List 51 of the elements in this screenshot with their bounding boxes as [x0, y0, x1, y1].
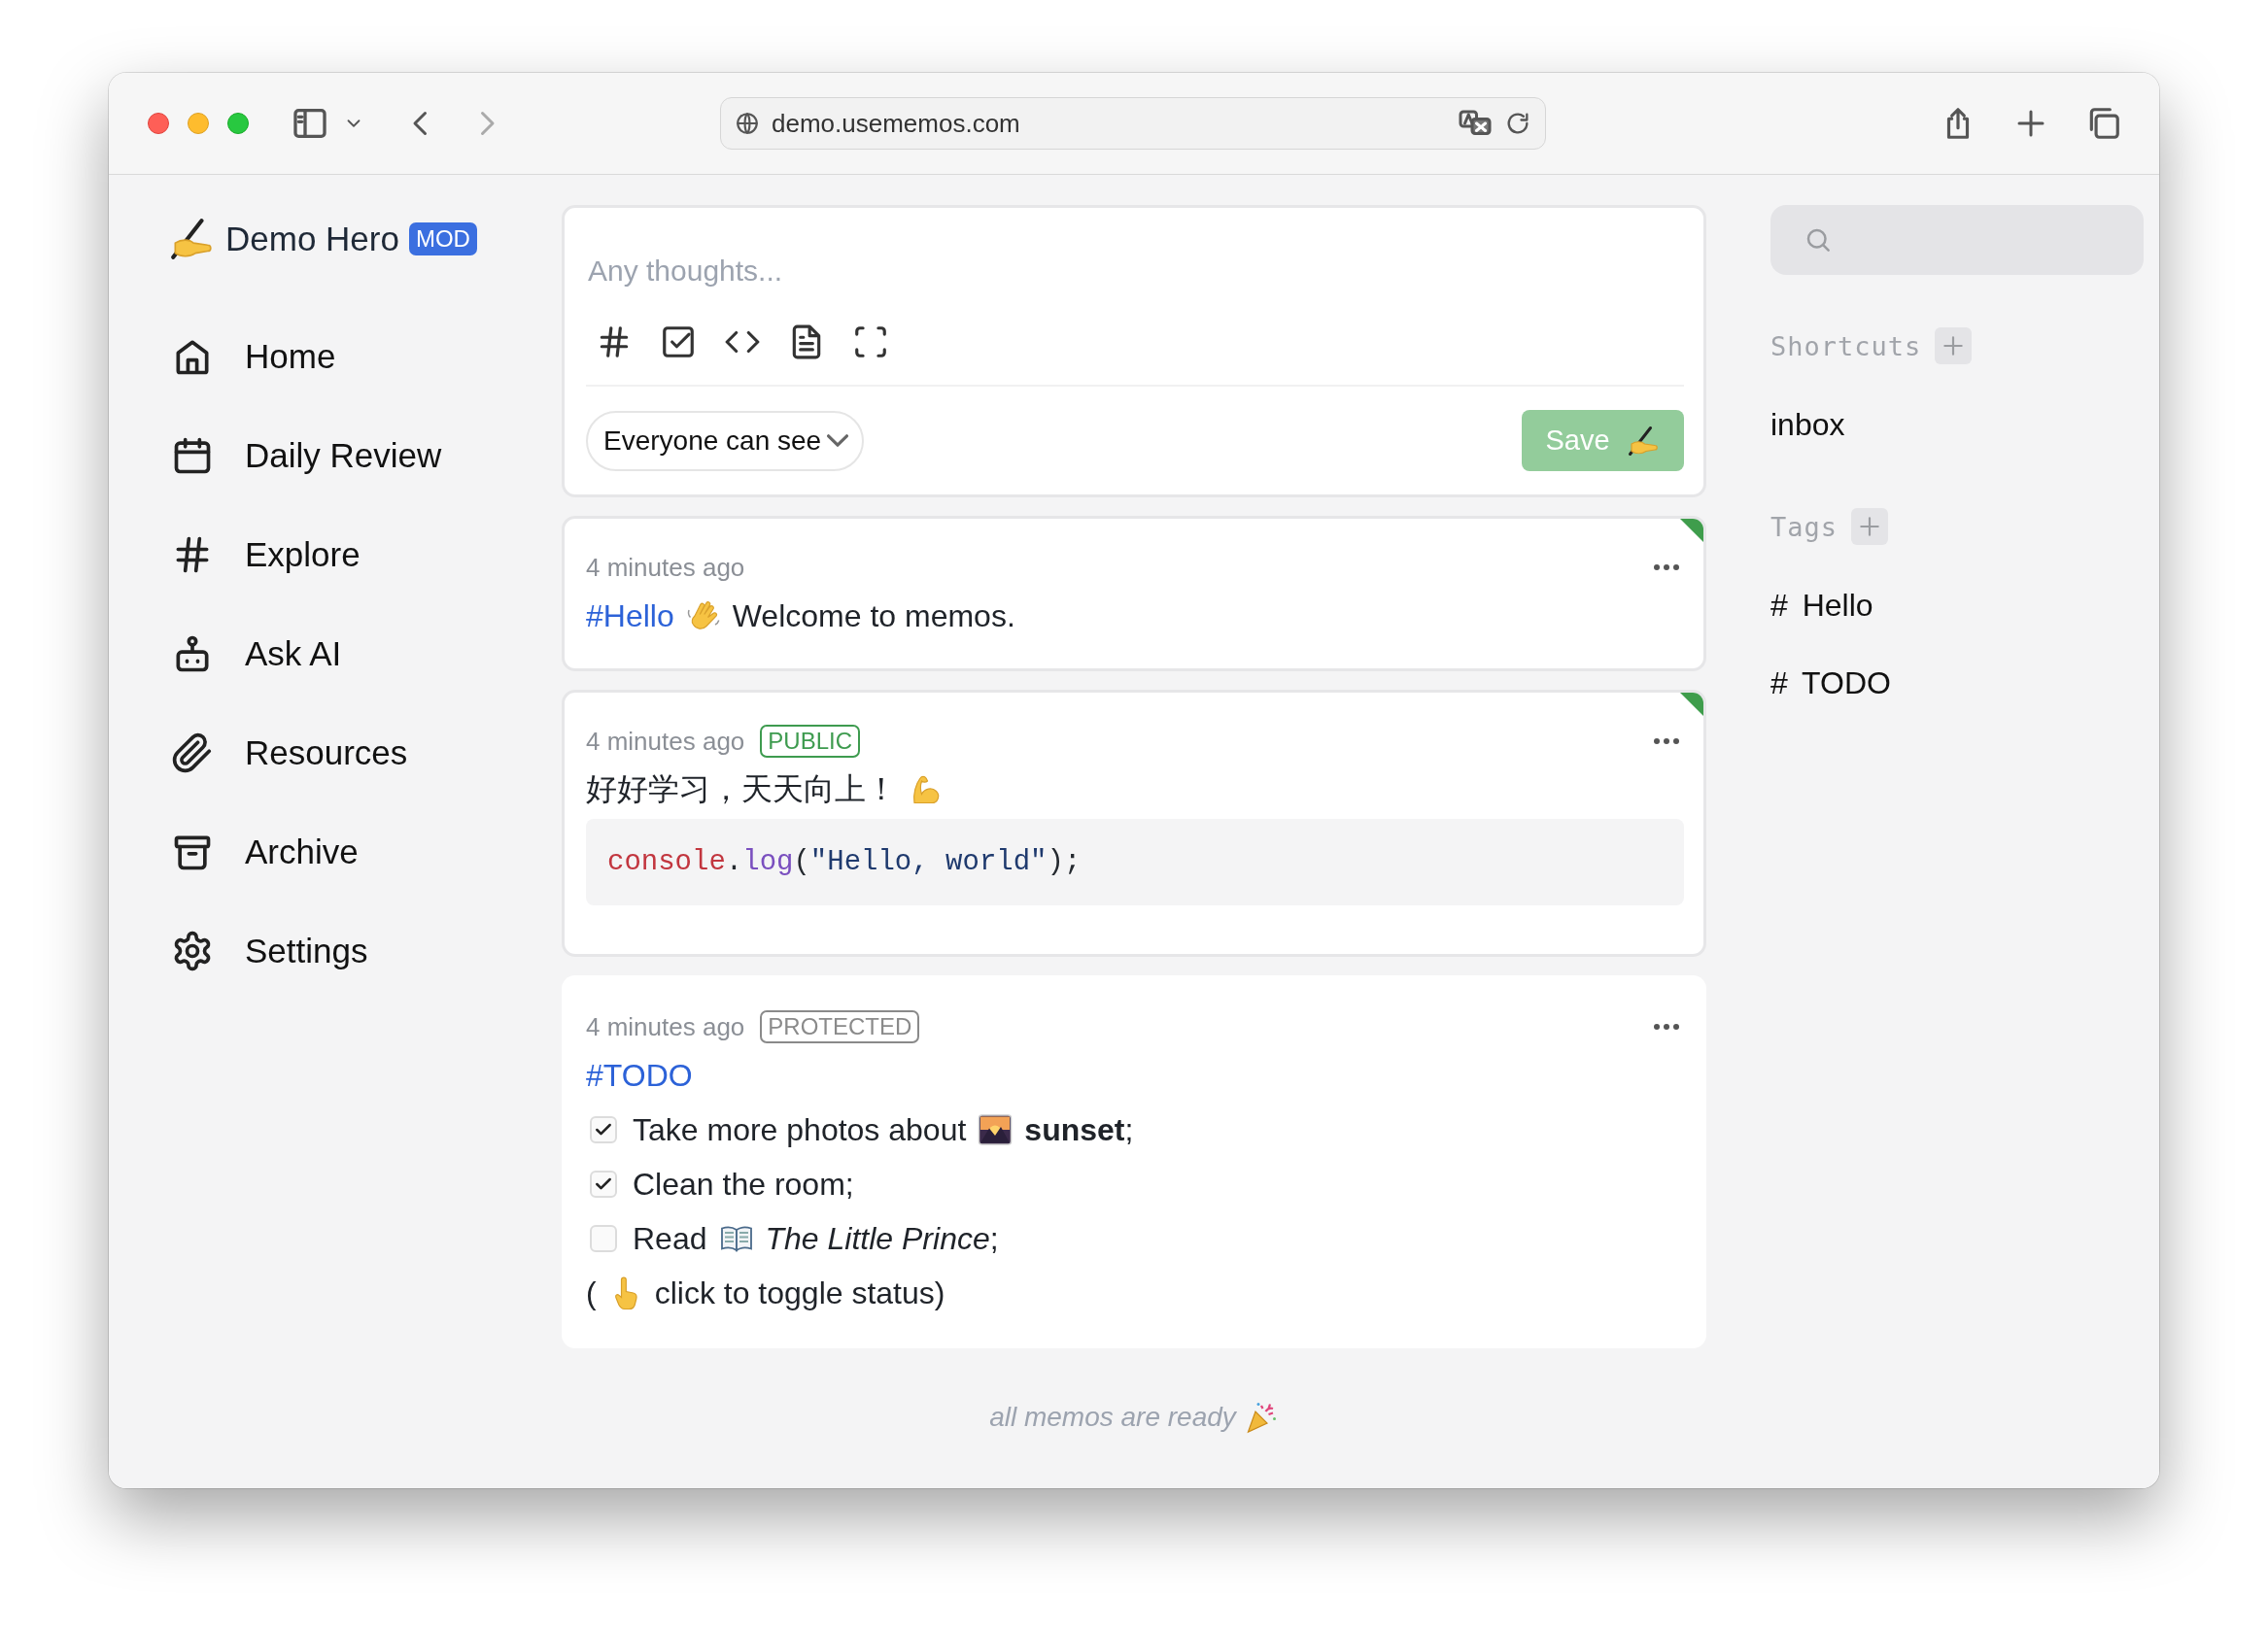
memo-time: 4 minutes ago [586, 726, 745, 757]
tag-link[interactable]: #TODO [586, 1057, 693, 1094]
task-text: Clean the room; [633, 1166, 854, 1203]
section-title: Tags [1770, 511, 1838, 542]
memo-text: Welcome to memos. [732, 597, 1015, 634]
visibility-select[interactable]: Everyone can see [586, 410, 865, 471]
address-bar[interactable]: demo.usememos.com [720, 97, 1546, 150]
memo-input-field[interactable]: Any thoughts... [586, 255, 1684, 297]
nav-item[interactable]: Archive [167, 802, 562, 901]
paperclip-icon [171, 731, 214, 774]
task-text: sunset; [1024, 1111, 1134, 1148]
user-name: Demo Hero [225, 220, 399, 258]
ellipsis-icon [1653, 1023, 1680, 1031]
nav-item[interactable]: Settings [167, 901, 562, 1001]
zoom-button[interactable] [227, 113, 249, 134]
checkbox-icon[interactable] [660, 323, 697, 360]
role-badge: MOD [408, 222, 477, 255]
visibility-badge: PROTECTED [760, 1010, 920, 1043]
nav-item[interactable]: Daily Review [167, 406, 562, 505]
tag-item[interactable]: # Hello [1770, 577, 2144, 633]
nav-item[interactable]: Ask AI [167, 604, 562, 703]
ellipsis-icon [1653, 563, 1680, 571]
nav-item[interactable]: Home [167, 307, 562, 406]
url-text: demo.usememos.com [772, 108, 1021, 139]
task-checkbox[interactable] [590, 1171, 617, 1198]
nav-item[interactable]: Resources [167, 703, 562, 802]
shortcut-item[interactable]: inbox [1770, 396, 2144, 453]
task-text: Take more photos about [633, 1111, 967, 1148]
memo-text: ( [586, 1275, 597, 1311]
tag-link[interactable]: #Hello [586, 597, 674, 634]
sunset-icon [978, 1112, 1014, 1147]
memo-time: 4 minutes ago [586, 552, 745, 583]
fullscreen-icon[interactable] [852, 323, 889, 360]
tag-item[interactable]: # TODO [1770, 655, 2144, 711]
task-checkbox[interactable] [590, 1116, 617, 1143]
globe-icon [735, 111, 760, 136]
task-text: The Little Prince; [765, 1220, 999, 1257]
ellipsis-icon [1653, 737, 1680, 745]
search-field[interactable] [1770, 205, 2144, 275]
end-of-list-text: all memos are ready [989, 1402, 1236, 1433]
visibility-badge: PUBLIC [760, 725, 861, 758]
task-checkbox[interactable] [590, 1225, 617, 1252]
code-block: console.log("Hello, world"); [586, 819, 1684, 905]
nav-item[interactable]: Explore [167, 505, 562, 604]
task-text: Read [633, 1220, 707, 1257]
section-title: Shortcuts [1770, 330, 1922, 361]
memo-text: 好好学习，天天向上！ [586, 769, 897, 809]
memo-text: click to toggle status) [654, 1275, 945, 1311]
close-button[interactable] [148, 113, 169, 134]
chevron-down-icon [827, 434, 849, 447]
memo-time: 4 minutes ago [586, 1011, 745, 1042]
